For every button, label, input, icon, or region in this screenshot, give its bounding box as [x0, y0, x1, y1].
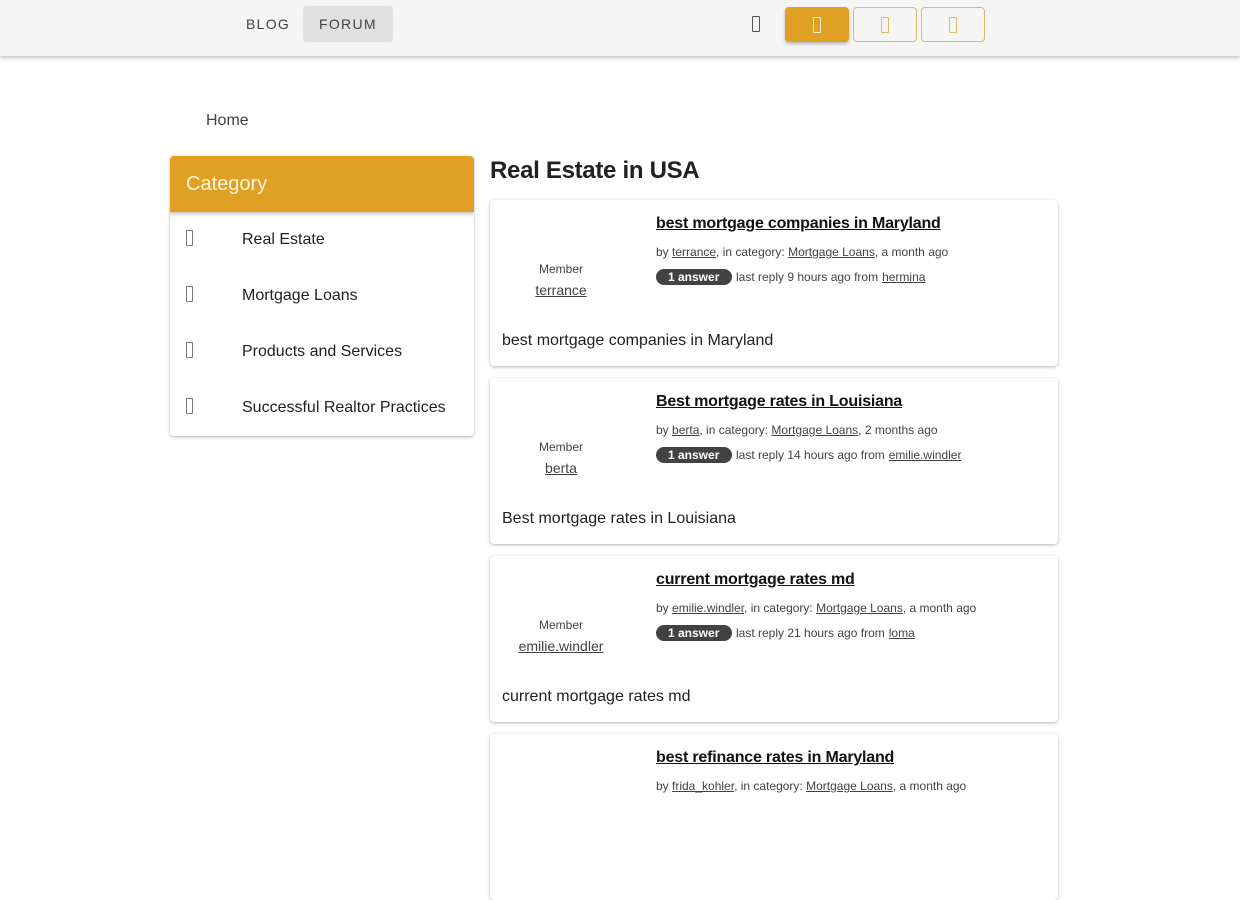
post-title-link[interactable]: current mortgage rates md: [656, 571, 855, 589]
post-reply-info: 1 answer last reply 9 hours ago from her…: [656, 269, 925, 285]
register-button[interactable]: [921, 7, 985, 42]
last-reply-text: last reply 9 hours ago: [736, 270, 851, 284]
post-meta: by emilie.windler, in category: Mortgage…: [656, 601, 977, 615]
category-icon: [186, 341, 193, 358]
author-link[interactable]: terrance: [500, 282, 622, 298]
post-meta: by terrance, in category: Mortgage Loans…: [656, 245, 949, 259]
answers-badge: 1 answer: [656, 625, 732, 641]
login-button[interactable]: [853, 7, 917, 42]
post-title-link[interactable]: Best mortgage rates in Louisiana: [656, 393, 902, 411]
nav-forum[interactable]: FORUM: [303, 6, 393, 42]
search-icon: [752, 16, 760, 32]
category-label: Successful Realtor Practices: [242, 399, 446, 416]
user-add-icon: [949, 16, 957, 33]
author-role: Member: [538, 618, 583, 632]
post-meta: by berta, in category: Mortgage Loans, 2…: [656, 423, 938, 437]
category-icon: [186, 229, 193, 246]
post-reply-info: 1 answer last reply 21 hours ago from lo…: [656, 625, 915, 641]
category-item-successful-realtor-practices[interactable]: Successful Realtor Practices: [170, 380, 474, 436]
category-icon: [186, 285, 193, 302]
post-card: Member emilie.windler current mortgage r…: [490, 556, 1058, 722]
category-panel: Category Real Estate Mortgage Loans Prod…: [170, 156, 474, 436]
post-reply-info: 1 answer last reply 14 hours ago from em…: [656, 447, 961, 463]
post-card: Member berta Best mortgage rates in Loui…: [490, 378, 1058, 544]
search-button[interactable]: [740, 6, 772, 42]
post-category-link[interactable]: Mortgage Loans: [771, 423, 858, 437]
post-excerpt: best mortgage companies in Maryland: [502, 332, 774, 349]
category-item-mortgage-loans[interactable]: Mortgage Loans: [170, 268, 474, 324]
breadcrumb: Home: [206, 112, 249, 130]
reply-user-link[interactable]: hermina: [882, 270, 925, 284]
answers-badge: 1 answer: [656, 269, 732, 285]
post-author-link[interactable]: berta: [672, 423, 699, 437]
last-reply-text: last reply 14 hours ago: [736, 448, 858, 462]
top-app-bar: BLOG FORUM: [0, 0, 1240, 56]
post-title-link[interactable]: best refinance rates in Maryland: [656, 749, 894, 767]
reply-user-link[interactable]: loma: [889, 626, 915, 640]
category-item-real-estate[interactable]: Real Estate: [170, 212, 474, 268]
category-label: Mortgage Loans: [242, 287, 358, 304]
category-icon: [186, 397, 193, 414]
post-category-link[interactable]: Mortgage Loans: [788, 245, 875, 259]
new-post-button[interactable]: [785, 7, 849, 42]
category-label: Products and Services: [242, 343, 403, 360]
login-icon: [881, 16, 889, 33]
reply-user-link[interactable]: emilie.windler: [889, 448, 962, 462]
post-category-link[interactable]: Mortgage Loans: [816, 601, 903, 615]
post-meta: by frida_kohler, in category: Mortgage L…: [656, 779, 967, 793]
breadcrumb-home[interactable]: Home: [206, 112, 249, 129]
category-label: Real Estate: [242, 231, 325, 248]
author-role: Member: [538, 262, 583, 276]
post-category-link[interactable]: Mortgage Loans: [806, 779, 893, 793]
post-card: Member terrance best mortgage companies …: [490, 200, 1058, 366]
post-author-link[interactable]: frida_kohler: [672, 779, 734, 793]
author-role: Member: [538, 440, 583, 454]
nav-blog[interactable]: BLOG: [230, 6, 306, 42]
page-title: Real Estate in USA: [490, 157, 700, 184]
post-card: best refinance rates in Maryland by frid…: [490, 734, 1058, 900]
post-author-link[interactable]: terrance: [672, 245, 716, 259]
post-excerpt: current mortgage rates md: [502, 688, 691, 705]
last-reply-text: last reply 21 hours ago: [736, 626, 858, 640]
post-excerpt: Best mortgage rates in Louisiana: [502, 510, 736, 527]
edit-icon: [813, 16, 821, 33]
author-link[interactable]: berta: [500, 460, 622, 476]
category-item-products-and-services[interactable]: Products and Services: [170, 324, 474, 380]
answers-badge: 1 answer: [656, 447, 732, 463]
post-title-link[interactable]: best mortgage companies in Maryland: [656, 215, 941, 233]
category-header: Category: [170, 156, 474, 212]
post-author-link[interactable]: emilie.windler: [672, 601, 744, 615]
author-link[interactable]: emilie.windler: [500, 638, 622, 654]
